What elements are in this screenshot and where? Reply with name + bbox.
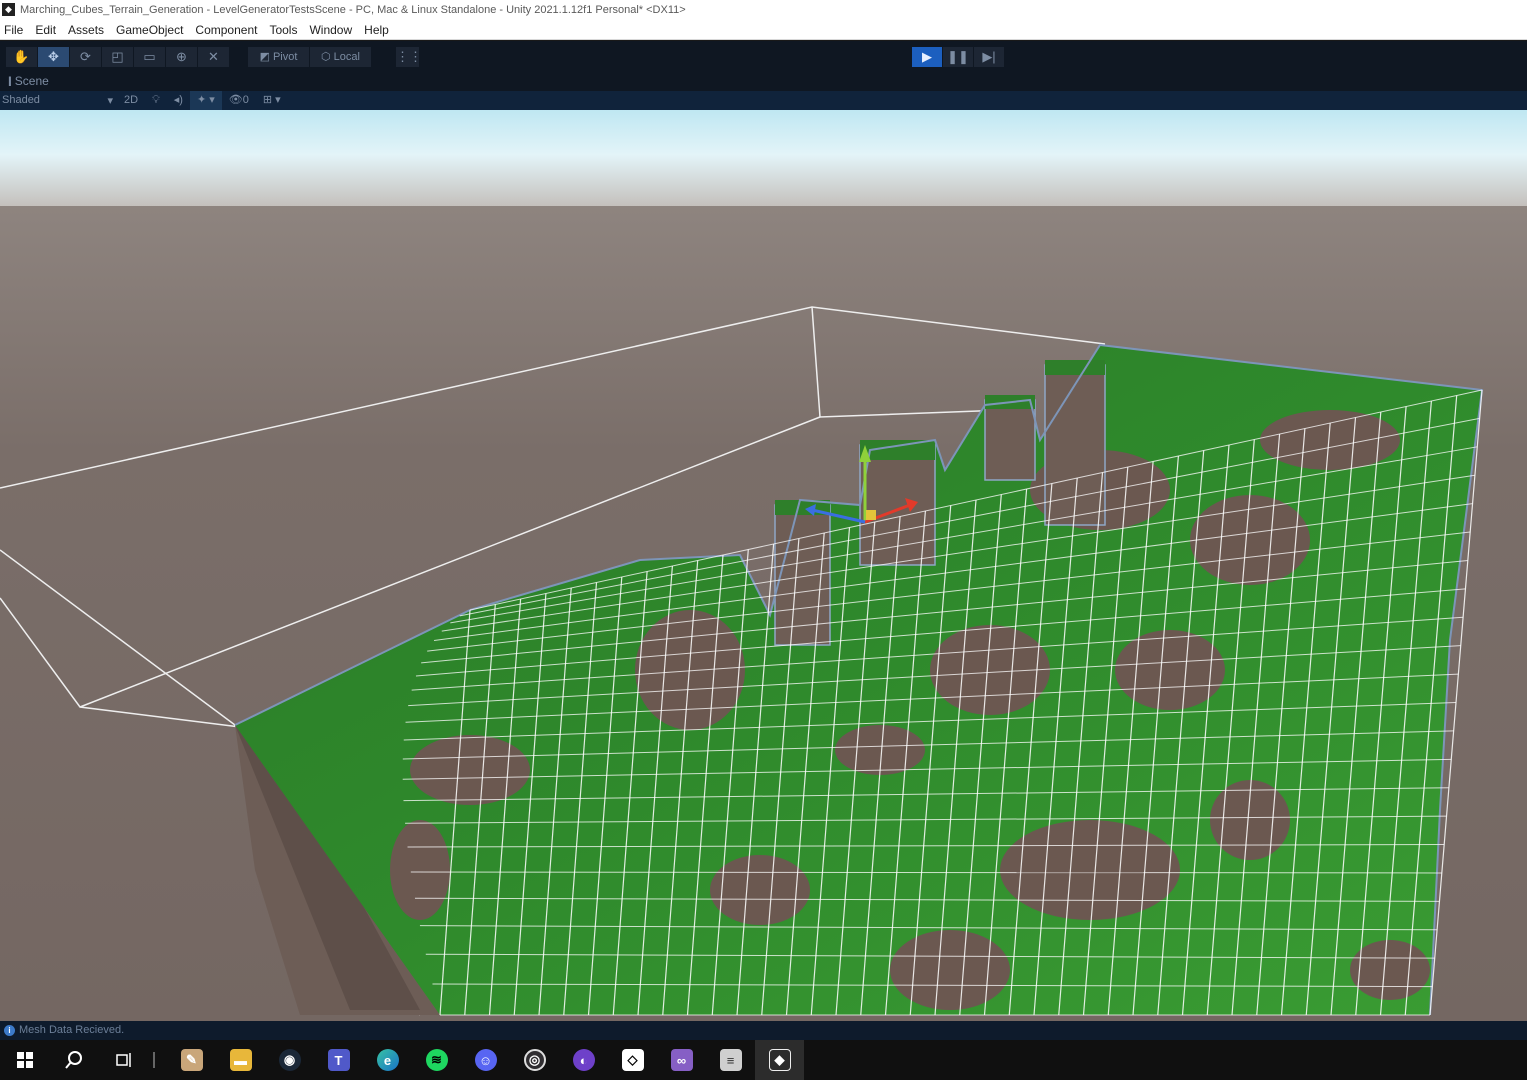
pause-button[interactable]: ❚❚ <box>943 47 974 67</box>
pivot-label: Pivot <box>272 51 298 63</box>
github-glyph: ◐ <box>572 1049 595 1071</box>
play-controls: ▶ ❚❚ ▶| <box>912 47 1005 67</box>
gizmos-dropdown-icon[interactable]: ⊞ ▾ <box>256 91 288 110</box>
lighting-toggle-icon[interactable]: 💡︎ <box>145 91 167 110</box>
scene-viewport[interactable] <box>0 110 1527 1021</box>
skybox <box>0 110 1527 210</box>
unity-glyph: ◆ <box>768 1049 791 1071</box>
discord-icon[interactable]: ☺ <box>461 1040 510 1080</box>
step-button[interactable]: ▶| <box>974 47 1005 67</box>
edge-icon[interactable]: e <box>363 1040 412 1080</box>
menu-tools[interactable]: Tools <box>263 20 303 40</box>
unity-logo-icon: ◆ <box>2 3 15 16</box>
spotify-glyph: ≋ <box>425 1049 448 1071</box>
menu-assets[interactable]: Assets <box>62 20 110 40</box>
local-label: Local <box>333 51 360 63</box>
window-title: Marching_Cubes_Terrain_Generation - Leve… <box>20 4 686 16</box>
unity-hub-glyph: ◇ <box>621 1049 644 1071</box>
status-message[interactable]: Mesh Data Recieved. <box>19 1021 124 1040</box>
grid-snap-icon[interactable]: ⋮⋮ <box>396 47 422 67</box>
teams-glyph: T <box>327 1049 350 1071</box>
obs-icon[interactable]: ◎ <box>510 1040 559 1080</box>
folder-glyph: ▬ <box>229 1049 252 1071</box>
notes-icon[interactable]: ≡ <box>706 1040 755 1080</box>
unity-editor-window: ◆ Marching_Cubes_Terrain_Generation - Le… <box>0 0 1527 1080</box>
windows-taskbar: ✎ ▬ ◉ T e ≋ ☺ ◎ ◐ ◇ ∞ ≡ ◆ <box>0 1040 1527 1080</box>
rect-tool-icon[interactable]: ▭ <box>134 47 166 67</box>
spotify-icon[interactable]: ≋ <box>412 1040 461 1080</box>
paint-glyph: ✎ <box>180 1049 203 1071</box>
magnifier-glyph <box>64 1051 82 1069</box>
rotate-tool-icon[interactable]: ⟳ <box>70 47 102 67</box>
scene-render <box>0 110 1527 1021</box>
menu-gameobject[interactable]: GameObject <box>110 20 189 40</box>
scale-tool-icon[interactable]: ◰ <box>102 47 134 67</box>
audio-toggle-icon[interactable]: ◂) <box>167 91 190 110</box>
shading-mode-value: Shaded <box>2 94 40 106</box>
transform-tools: ✋ ✥ ⟳ ◰ ▭ ⊕ ✕ <box>6 47 230 67</box>
task-view-icon[interactable] <box>98 1040 147 1080</box>
windows-logo <box>16 1052 33 1068</box>
snap-group: ⋮⋮ <box>396 47 422 67</box>
move-tool-icon[interactable]: ✥ <box>38 47 70 67</box>
local-toggle-button[interactable]: ⬡ Local <box>310 47 372 67</box>
chevron-down-icon: ▾ <box>107 95 113 107</box>
info-icon: i <box>4 1025 15 1036</box>
paint-icon[interactable]: ✎ <box>167 1040 216 1080</box>
scene-tab-icon: ||| <box>8 76 12 87</box>
main-toolbar: ✋ ✥ ⟳ ◰ ▭ ⊕ ✕ ◩ Pivot ⬡ Local ⋮⋮ ▶ ❚❚ ▶| <box>0 41 1527 72</box>
github-desktop-icon[interactable]: ◐ <box>559 1040 608 1080</box>
visual-studio-icon[interactable]: ∞ <box>657 1040 706 1080</box>
local-icon: ⬡ <box>321 51 331 63</box>
steam-glyph: ◉ <box>278 1049 301 1071</box>
steam-icon[interactable]: ◉ <box>265 1040 314 1080</box>
search-icon[interactable] <box>49 1040 98 1080</box>
effects-dropdown-icon[interactable]: ✦ ▾ <box>189 91 222 110</box>
hand-tool-icon[interactable]: ✋ <box>6 47 38 67</box>
edge-glyph: e <box>376 1049 399 1071</box>
scene-tab-label: Scene <box>14 74 49 88</box>
menu-window[interactable]: Window <box>303 20 358 40</box>
notes-glyph: ≡ <box>719 1049 742 1071</box>
menu-help[interactable]: Help <box>358 20 395 40</box>
menu-component[interactable]: Component <box>189 20 263 40</box>
play-button[interactable]: ▶ <box>912 47 943 67</box>
window-title-bar: ◆ Marching_Cubes_Terrain_Generation - Le… <box>0 0 1527 20</box>
obs-glyph: ◎ <box>523 1049 546 1071</box>
discord-glyph: ☺ <box>474 1049 497 1071</box>
menu-file[interactable]: File <box>0 20 29 40</box>
eye-slash-icon: 👁︎ <box>228 94 243 106</box>
pivot-icon: ◩ <box>259 51 270 63</box>
visual-studio-glyph: ∞ <box>670 1049 693 1071</box>
shading-mode-dropdown[interactable]: Shaded ▾ <box>0 94 117 107</box>
taskbar-separator <box>153 1052 155 1068</box>
hidden-count: 0 <box>242 94 249 106</box>
handle-toggles: ◩ Pivot ⬡ Local <box>248 47 372 67</box>
transform-tool-icon[interactable]: ⊕ <box>166 47 198 67</box>
scene-visibility-icon[interactable]: 👁︎0 <box>222 91 256 110</box>
file-explorer-icon[interactable]: ▬ <box>216 1040 265 1080</box>
status-bar: i Mesh Data Recieved. <box>0 1021 1527 1040</box>
teams-icon[interactable]: T <box>314 1040 363 1080</box>
scene-view-toolbar: Shaded ▾ 2D 💡︎ ◂) ✦ ▾ 👁︎0 ⊞ ▾ <box>0 91 1527 110</box>
menu-edit[interactable]: Edit <box>29 20 62 40</box>
custom-tool-icon[interactable]: ✕ <box>198 47 230 67</box>
task-view-glyph <box>115 1053 131 1067</box>
unity-hub-icon[interactable]: ◇ <box>608 1040 657 1080</box>
toggle-2d-button[interactable]: 2D <box>117 91 145 110</box>
scene-tab[interactable]: ||| Scene <box>0 72 1527 91</box>
windows-start-icon[interactable] <box>0 1040 49 1080</box>
menu-bar: File Edit Assets GameObject Component To… <box>0 20 1527 40</box>
pivot-toggle-button[interactable]: ◩ Pivot <box>248 47 310 67</box>
unity-editor-icon[interactable]: ◆ <box>755 1040 804 1080</box>
